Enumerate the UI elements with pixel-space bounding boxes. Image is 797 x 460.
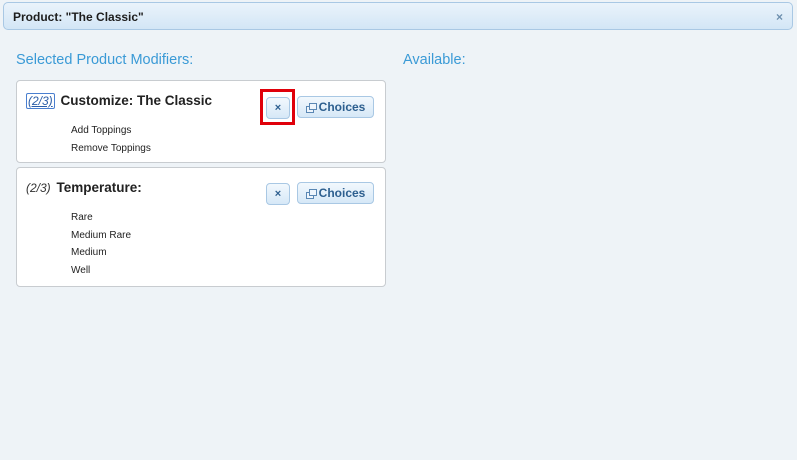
available-heading: Available:: [403, 52, 466, 68]
choices-button[interactable]: Choices: [297, 182, 374, 204]
close-icon: ×: [274, 102, 282, 114]
dialog-title: Product: "The Classic": [13, 10, 144, 24]
selected-modifiers-heading: Selected Product Modifiers:: [16, 52, 194, 68]
choices-button-label: Choices: [318, 100, 366, 114]
modifier-options-list: Rare Medium Rare Medium Well: [71, 209, 131, 279]
choices-button[interactable]: Choices: [297, 96, 374, 118]
list-item: Remove Toppings: [71, 142, 151, 154]
list-item: Well: [71, 264, 91, 276]
modifier-title: (2/3) Customize: The Classic: [26, 93, 212, 109]
dialog-titlebar: Product: "The Classic" ×: [3, 2, 793, 30]
list-item: Rare: [71, 212, 93, 223]
modifier-name: Temperature:: [56, 180, 142, 195]
modifier-card-temperature: (2/3) Temperature: × Choices Rare Medium…: [16, 167, 386, 287]
windows-icon: [305, 188, 317, 199]
modifier-count-link[interactable]: (2/3): [26, 181, 51, 195]
modifier-card-customize: (2/3) Customize: The Classic × Choices A…: [16, 80, 386, 163]
modifier-title: (2/3) Temperature:: [26, 180, 142, 195]
modifier-name: Customize: The Classic: [60, 93, 212, 108]
close-icon: ×: [274, 188, 282, 200]
list-item: Medium Rare: [71, 229, 132, 241]
modifier-count-link[interactable]: (2/3): [26, 93, 55, 109]
list-item: Medium: [71, 247, 107, 258]
remove-modifier-button[interactable]: ×: [266, 183, 290, 205]
list-item: Add Toppings: [71, 125, 132, 136]
windows-icon: [305, 102, 317, 113]
remove-modifier-button[interactable]: ×: [266, 97, 290, 119]
close-icon[interactable]: ×: [776, 10, 783, 24]
choices-button-label: Choices: [318, 186, 366, 200]
modifier-options-list: Add Toppings Remove Toppings: [71, 122, 151, 157]
